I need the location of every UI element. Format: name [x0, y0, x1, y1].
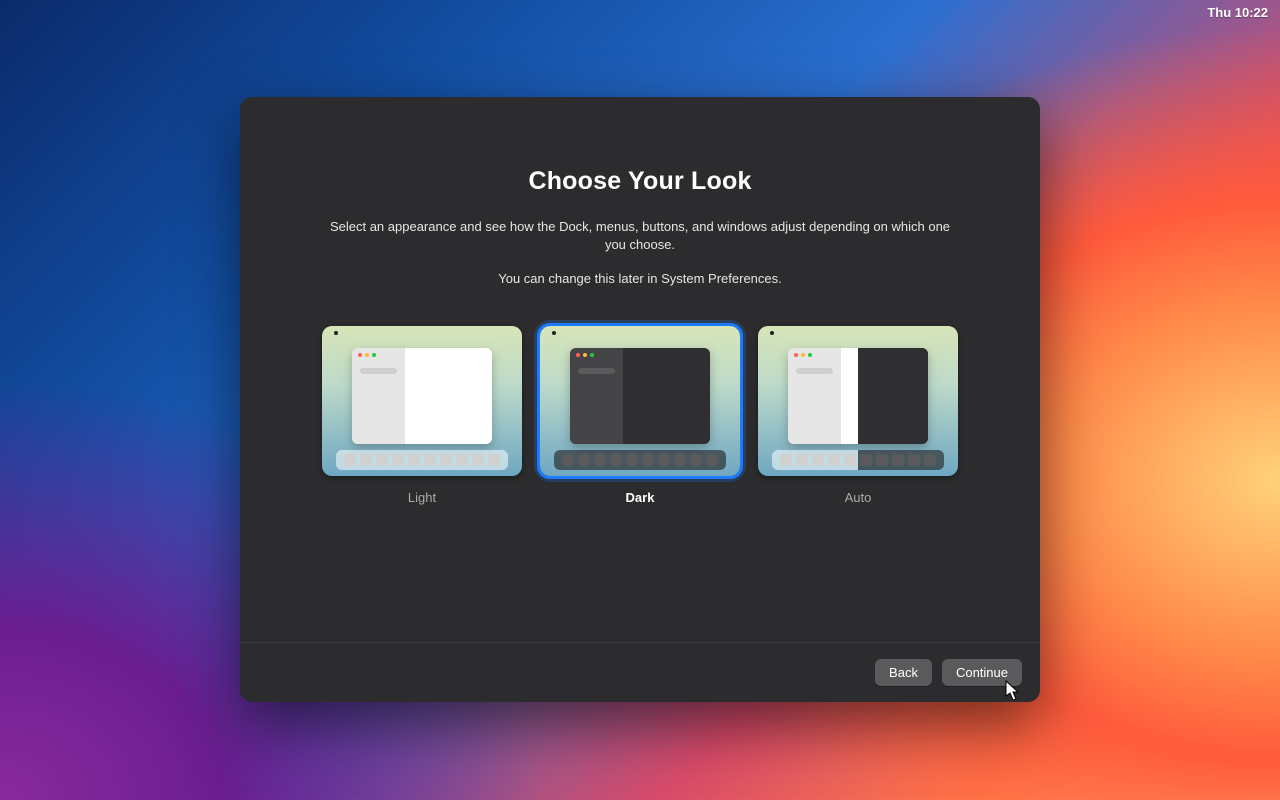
appearance-label-dark: Dark [540, 490, 740, 505]
appearance-option-light[interactable]: Light [322, 326, 522, 505]
appearance-label-light: Light [322, 490, 522, 505]
page-description: Select an appearance and see how the Doc… [320, 218, 960, 253]
page-title: Choose Your Look [300, 167, 980, 196]
appearance-option-dark[interactable]: Dark [540, 326, 740, 505]
appearance-option-auto[interactable]: Auto [758, 326, 958, 505]
page-note: You can change this later in System Pref… [300, 271, 980, 286]
appearance-thumb-auto [758, 326, 958, 476]
appearance-thumb-dark [540, 326, 740, 476]
menubar-clock: Thu 10:22 [1207, 5, 1268, 20]
continue-button[interactable]: Continue [942, 659, 1022, 686]
dialog-body: Choose Your Look Select an appearance an… [240, 97, 1040, 642]
appearance-label-auto: Auto [758, 490, 958, 505]
dialog-footer: Back Continue [240, 642, 1040, 702]
menubar: Thu 10:22 [0, 0, 1280, 24]
appearance-thumb-light [322, 326, 522, 476]
back-button[interactable]: Back [875, 659, 932, 686]
appearance-options: Light [300, 326, 980, 505]
setup-dialog: Choose Your Look Select an appearance an… [240, 97, 1040, 702]
